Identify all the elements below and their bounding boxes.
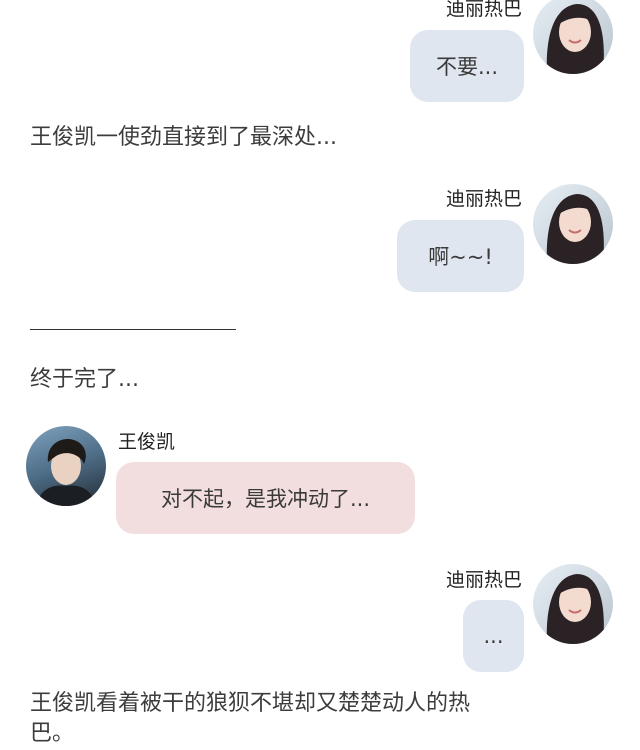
message-bubble[interactable]: 不要...	[410, 30, 524, 102]
female-avatar-icon	[546, 194, 604, 264]
sender-name: 迪丽热巴	[445, 188, 522, 210]
message-bubble[interactable]: 对不起，是我冲动了...	[116, 462, 415, 534]
sender-name: 迪丽热巴	[445, 0, 522, 20]
male-avatar-icon	[36, 438, 96, 506]
female-avatar-icon	[546, 574, 604, 644]
sender-name: 王俊凯	[118, 431, 176, 453]
narration-text: 王俊凯看着被干的狼狈不堪却又楚楚动人的热	[30, 691, 471, 716]
narration-text: 王俊凯一使劲直接到了最深处...	[30, 125, 337, 150]
message-bubble[interactable]: ...	[463, 600, 524, 672]
avatar[interactable]	[533, 564, 613, 644]
avatar[interactable]	[26, 426, 106, 506]
message-bubble[interactable]: 啊~~!	[397, 220, 524, 292]
divider	[30, 329, 236, 330]
narration-text: 终于完了...	[30, 367, 139, 392]
narration-text: 巴。	[30, 721, 75, 746]
sender-name: 迪丽热巴	[445, 569, 522, 591]
avatar[interactable]	[533, 0, 613, 74]
avatar[interactable]	[533, 184, 613, 264]
female-avatar-icon	[546, 4, 604, 74]
